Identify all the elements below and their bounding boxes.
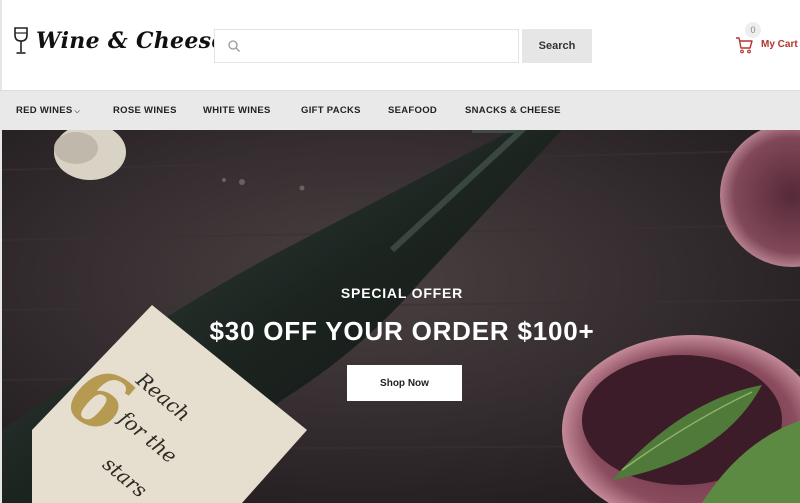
search-box <box>214 29 519 63</box>
brand-name: Wine & Cheese <box>36 28 226 54</box>
nav-item-label: RED WINES <box>16 105 73 116</box>
nav-item-snacks-cheese[interactable]: SNACKS & CHEESE <box>465 105 561 116</box>
nav-item-label: WHITE WINES <box>203 105 271 116</box>
nav-item-seafood[interactable]: SEAFOOD <box>388 105 437 116</box>
site-header: Wine & Cheese Search 0 My Cart <box>0 0 800 90</box>
wine-glass-icon <box>14 27 28 54</box>
nav-item-label: SEAFOOD <box>388 105 438 116</box>
hero-title: $30 OFF YOUR ORDER $100+ <box>209 316 595 346</box>
chevron-down-icon: ⌵ <box>74 108 81 115</box>
nav-item-label: SNACKS & CHEESE <box>465 105 561 116</box>
nav-item-red-wines[interactable]: RED WINES ⌵ <box>16 105 80 116</box>
search-input[interactable] <box>241 30 518 62</box>
cart-icon <box>736 37 753 54</box>
cart-link[interactable]: 0 My Cart <box>735 22 799 62</box>
nav-item-label: GIFT PACKS <box>301 105 361 116</box>
brand-logo[interactable]: Wine & Cheese <box>12 26 226 56</box>
nav-item-rose-wines[interactable]: ROSE WINES <box>113 105 177 116</box>
nav-item-white-wines[interactable]: WHITE WINES <box>203 105 271 116</box>
nav-item-label: ROSE WINES <box>113 105 177 116</box>
nav-item-gift-packs[interactable]: GIFT PACKS <box>301 105 361 116</box>
search-button[interactable]: Search <box>522 29 592 63</box>
hero-kicker: SPECIAL OFFER <box>340 285 464 301</box>
search-icon <box>228 40 240 52</box>
hero-banner: 6 Reach for the stars SPECIAL OFFER $30 … <box>0 130 800 503</box>
main-nav: RED WINES ⌵ ROSE WINES WHITE WINES GIFT P… <box>0 90 800 130</box>
cart-label: My Cart <box>761 39 798 50</box>
shop-now-button[interactable]: Shop Now <box>347 365 462 401</box>
